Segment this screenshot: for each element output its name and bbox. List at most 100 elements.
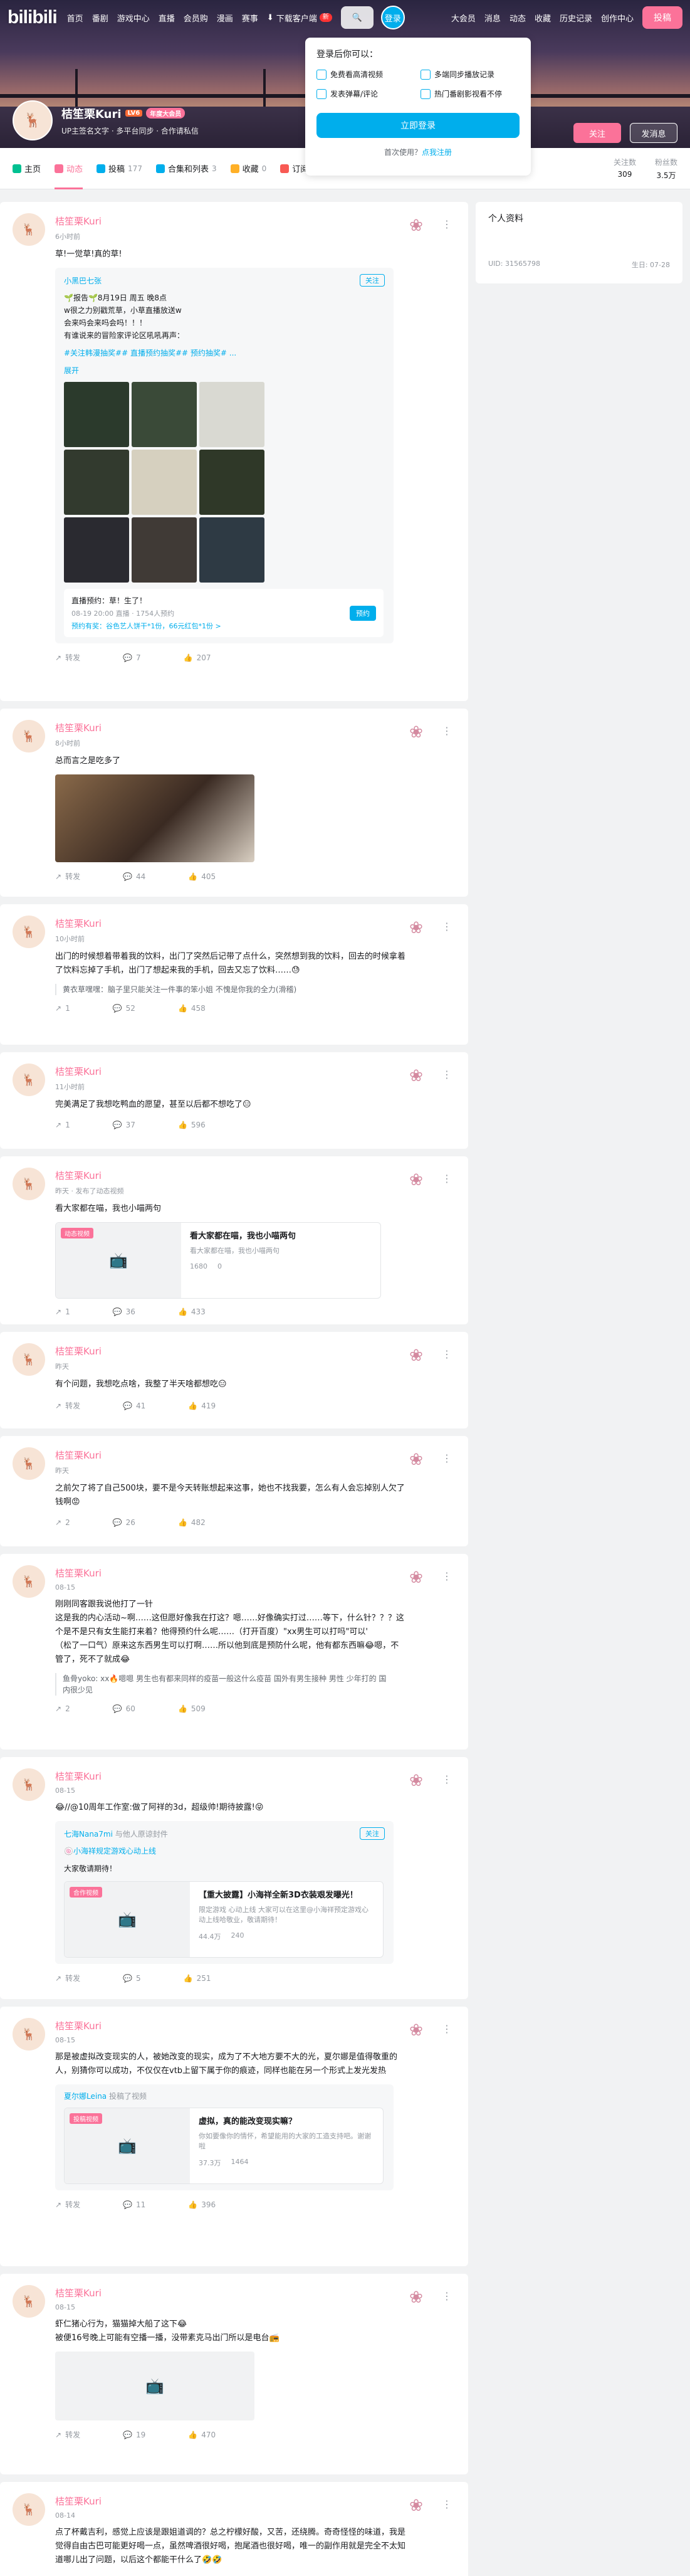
post-author[interactable]: 桔笙栗Kuri bbox=[55, 1770, 456, 1783]
video-card[interactable]: 动态视频 📺 看大家都在喵，我也小喵两句 看大家都在喵，我也小喵两句 1680 0 bbox=[55, 1222, 381, 1299]
comment-button[interactable]: 💬 19 bbox=[123, 2429, 145, 2440]
post-image[interactable]: 📺 bbox=[55, 2352, 254, 2420]
user-avatar[interactable]: 🦌 bbox=[13, 1565, 45, 1598]
share-button[interactable]: ↗ 2 bbox=[55, 1518, 70, 1527]
nav-game[interactable]: 游戏中心 bbox=[117, 12, 150, 24]
repost-image[interactable] bbox=[199, 382, 264, 447]
like-button[interactable]: 👍 396 bbox=[188, 2199, 216, 2210]
nav-mall[interactable]: 会员购 bbox=[184, 12, 208, 24]
repost-author[interactable]: 七海Nana7mi bbox=[64, 1830, 113, 1839]
repost-image[interactable] bbox=[64, 382, 129, 447]
profile-avatar[interactable]: 🦌 bbox=[13, 100, 53, 140]
repost-author[interactable]: 夏尔娜Leina bbox=[64, 2092, 107, 2101]
post-author[interactable]: 桔笙栗Kuri bbox=[55, 1449, 456, 1462]
post-author[interactable]: 桔笙栗Kuri bbox=[55, 214, 456, 228]
repost-image[interactable] bbox=[132, 517, 197, 583]
more-icon[interactable]: ⋮ bbox=[442, 1348, 452, 1360]
repost-follow-button[interactable]: 关注 bbox=[360, 1827, 385, 1840]
like-button[interactable]: 👍 251 bbox=[184, 1973, 211, 1983]
user-avatar[interactable]: 🦌 bbox=[13, 2018, 45, 2051]
more-icon[interactable]: ⋮ bbox=[442, 1452, 452, 1464]
nav-dynamics[interactable]: 动态 bbox=[510, 12, 526, 24]
bilibili-logo[interactable]: bilibili bbox=[8, 7, 58, 28]
share-button[interactable]: ↗ 1 bbox=[55, 1121, 70, 1129]
tab-home[interactable]: 主页 bbox=[13, 148, 41, 189]
reserve-button[interactable]: 预约 bbox=[350, 605, 376, 621]
comment-button[interactable]: 💬 41 bbox=[123, 1400, 145, 1411]
repost-image[interactable] bbox=[132, 382, 197, 447]
tab-favorites[interactable]: 收藏 0 bbox=[230, 148, 266, 189]
reposted-card[interactable]: 小黑巴七张 关注 🌱报告🌱8月19日 周五 晚8点 w很之力别戳荒草，小草直播放… bbox=[55, 268, 394, 643]
nav-manga[interactable]: 漫画 bbox=[217, 12, 233, 24]
repost-image[interactable] bbox=[132, 450, 197, 515]
comment-button[interactable]: 💬 52 bbox=[113, 1004, 135, 1013]
tab-uploads[interactable]: 投稿 177 bbox=[97, 148, 142, 189]
nav-home[interactable]: 首页 bbox=[67, 12, 83, 24]
repost-follow-button[interactable]: 关注 bbox=[360, 274, 385, 287]
more-icon[interactable]: ⋮ bbox=[442, 1069, 452, 1080]
nav-download[interactable]: ⬇ 下载客户端 新 bbox=[267, 12, 332, 24]
video-card[interactable]: 合作视频 📺 【重大披露】小海祥全新3D衣装艰发曝光！ 限定游戏 心动上线 大家可… bbox=[64, 1881, 384, 1958]
stat-followers[interactable]: 粉丝数 3.5万 bbox=[655, 157, 677, 181]
repost-link[interactable]: 🍥小海祥规定游戏心动上线 bbox=[64, 1845, 385, 1857]
featured-comment[interactable]: 鱼骨yoko: xx🔥嗯嗯 男生也有都来同样的疫苗一般这什么疫苗 国外有男生接种… bbox=[55, 1673, 394, 1696]
share-button[interactable]: ↗ 2 bbox=[55, 1704, 70, 1713]
repost-image[interactable] bbox=[64, 450, 129, 515]
search-button[interactable]: 🔍 bbox=[340, 6, 374, 29]
post-author[interactable]: 桔笙栗Kuri bbox=[55, 1344, 456, 1358]
nav-messages[interactable]: 消息 bbox=[484, 12, 501, 24]
user-avatar[interactable]: 🦌 bbox=[13, 2285, 45, 2318]
video-card[interactable]: 投稿视频 📺 虚拟，真的能改变现实嘛？ 你如要像你的情怀，希望能用的大家的工造支持… bbox=[64, 2108, 384, 2184]
stat-following[interactable]: 关注数 309 bbox=[614, 157, 636, 181]
post-author[interactable]: 桔笙栗Kuri bbox=[55, 2019, 456, 2032]
post-author[interactable]: 桔笙栗Kuri bbox=[55, 2286, 456, 2299]
repost-image[interactable] bbox=[64, 517, 129, 583]
nav-history[interactable]: 历史记录 bbox=[560, 12, 592, 24]
live-lottery-link[interactable]: 预约有奖：谷色艺人饼干*1份，66元红包*1份 > bbox=[71, 621, 221, 631]
like-button[interactable]: 👍 207 bbox=[184, 652, 211, 663]
share-button[interactable]: ↗ 1 bbox=[55, 1307, 70, 1316]
more-icon[interactable]: ⋮ bbox=[442, 2290, 452, 2302]
nav-creator[interactable]: 创作中心 bbox=[601, 12, 634, 24]
share-button[interactable]: ↗ 转发 bbox=[55, 2429, 80, 2440]
featured-comment[interactable]: 黄衣草嘿嘿：脑子里只能关注一件事的笨小姐 不愧是你我的全力(滑稽) bbox=[55, 984, 394, 995]
user-avatar[interactable]: 🦌 bbox=[13, 213, 45, 246]
user-avatar[interactable]: 🦌 bbox=[13, 916, 45, 948]
expand-link[interactable]: 展开 bbox=[64, 364, 385, 377]
comment-button[interactable]: 💬 37 bbox=[113, 1121, 135, 1129]
share-button[interactable]: ↗ 转发 bbox=[55, 652, 80, 663]
login-avatar[interactable]: 登录 bbox=[380, 6, 405, 29]
follow-button[interactable]: 关注 bbox=[573, 123, 621, 143]
more-icon[interactable]: ⋮ bbox=[442, 2498, 452, 2510]
repost-image[interactable] bbox=[199, 517, 264, 583]
nav-anime[interactable]: 番剧 bbox=[92, 12, 108, 24]
comment-button[interactable]: 💬 5 bbox=[123, 1973, 141, 1983]
like-button[interactable]: 👍 433 bbox=[178, 1307, 206, 1316]
post-author[interactable]: 桔笙栗Kuri bbox=[55, 1065, 456, 1078]
post-author[interactable]: 桔笙栗Kuri bbox=[55, 1566, 456, 1580]
more-icon[interactable]: ⋮ bbox=[442, 1570, 452, 1582]
post-author[interactable]: 桔笙栗Kuri bbox=[55, 2494, 456, 2508]
post-author[interactable]: 桔笙栗Kuri bbox=[55, 917, 456, 930]
post-author[interactable]: 桔笙栗Kuri bbox=[55, 1169, 456, 1182]
tab-dynamics[interactable]: 动态 bbox=[55, 148, 83, 189]
share-button[interactable]: ↗ 转发 bbox=[55, 2199, 80, 2210]
user-avatar[interactable]: 🦌 bbox=[13, 1168, 45, 1200]
like-button[interactable]: 👍 470 bbox=[188, 2429, 216, 2440]
nav-esports[interactable]: 赛事 bbox=[242, 12, 258, 24]
comment-button[interactable]: 💬 26 bbox=[113, 1518, 135, 1527]
repost-tags[interactable]: #关注韩漫抽奖## 直播预约抽奖## 预约抽奖# ... bbox=[64, 347, 385, 359]
share-button[interactable]: ↗ 1 bbox=[55, 1004, 70, 1013]
share-button[interactable]: ↗ 转发 bbox=[55, 1973, 80, 1983]
user-avatar[interactable]: 🦌 bbox=[13, 1447, 45, 1480]
more-icon[interactable]: ⋮ bbox=[442, 1773, 452, 1785]
post-author[interactable]: 桔笙栗Kuri bbox=[55, 721, 456, 734]
tab-subscriptions[interactable]: 订阅 bbox=[280, 148, 308, 189]
repost-author[interactable]: 小黑巴七张 bbox=[64, 275, 102, 286]
nav-favorites[interactable]: 收藏 bbox=[535, 12, 551, 24]
like-button[interactable]: 👍 596 bbox=[178, 1121, 206, 1129]
nav-live[interactable]: 直播 bbox=[159, 12, 175, 24]
comment-button[interactable]: 💬 44 bbox=[123, 871, 145, 882]
share-button[interactable]: ↗ 转发 bbox=[55, 1400, 80, 1411]
like-button[interactable]: 👍 482 bbox=[178, 1518, 206, 1527]
